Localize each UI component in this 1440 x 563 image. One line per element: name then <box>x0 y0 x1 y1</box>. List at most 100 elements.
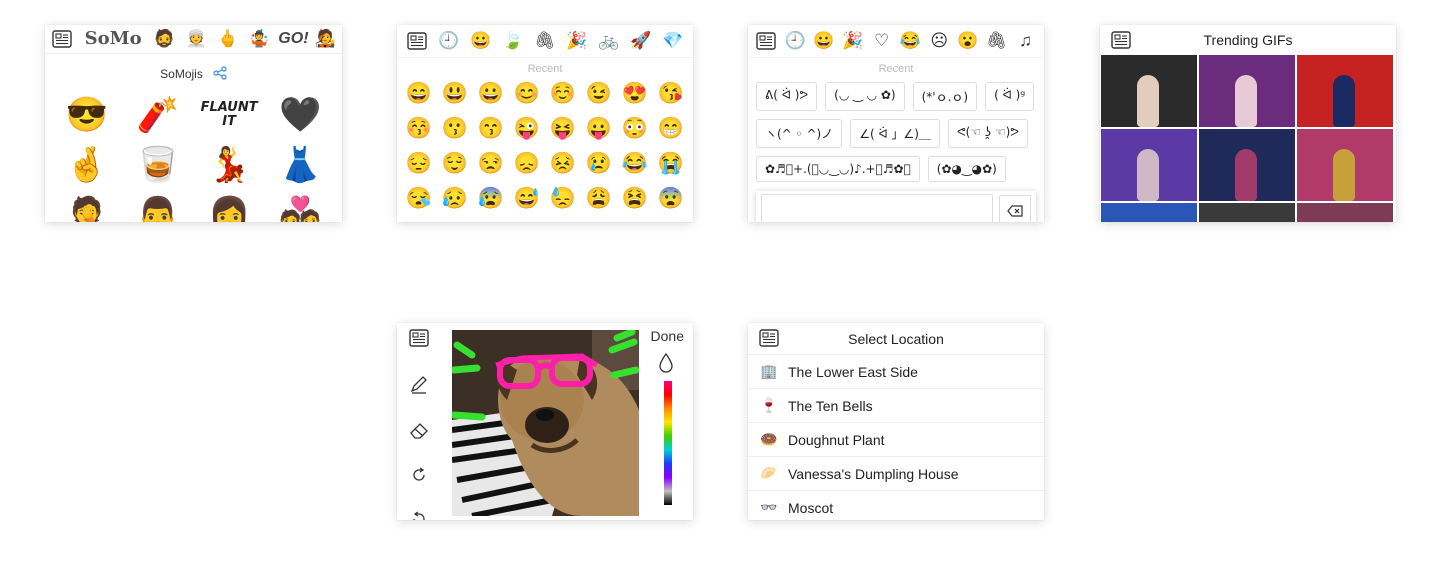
gif-thumbnail[interactable] <box>1101 203 1197 222</box>
backspace-icon[interactable] <box>999 195 1031 222</box>
laughing-icon[interactable]: 😂 <box>898 27 923 55</box>
kaomoji-chip[interactable]: (*'ｏ.ｏ) <box>912 82 978 111</box>
undo-icon[interactable] <box>409 509 429 520</box>
surprised-face-icon[interactable]: 😮 <box>956 27 981 55</box>
kaomoji-chip[interactable]: (✿◕‿◕✿) <box>927 156 1006 182</box>
emoji-key[interactable]: 😒 <box>473 150 509 177</box>
color-dropper-icon[interactable] <box>659 352 673 378</box>
recent-clock-icon[interactable]: 🕘 <box>435 27 463 55</box>
tab-middle-finger[interactable]: 🖕 <box>215 26 241 52</box>
man-face-sticker[interactable]: 👨 <box>122 194 193 222</box>
emoji-key[interactable]: 😊 <box>509 80 545 107</box>
keyboard-icon[interactable] <box>403 27 431 55</box>
paperclip-icon[interactable]: 🖇 <box>531 27 559 55</box>
lighter-sticker[interactable]: 🧨 <box>122 94 193 136</box>
kaomoji-chip[interactable]: ✿♬ﾟ+.(｡◡‿◡)♪.+ﾟ♬✿｡ <box>756 156 920 182</box>
sunglasses-man-sticker[interactable]: 😎 <box>51 94 122 136</box>
keyboard-icon[interactable] <box>408 327 430 355</box>
emoji-key[interactable]: 😛 <box>581 115 617 142</box>
gif-thumbnail[interactable] <box>1297 129 1393 201</box>
recent-clock-icon[interactable]: 🕘 <box>783 27 808 55</box>
gif-thumbnail[interactable] <box>1199 203 1295 222</box>
dancer-sticker[interactable]: 💃 <box>194 144 265 186</box>
emoji-key[interactable]: 😩 <box>581 185 617 212</box>
emoji-key[interactable]: 😄 <box>401 80 437 107</box>
location-item[interactable]: 🏢 The Lower East Side <box>748 355 1044 389</box>
emoji-key[interactable]: 😣 <box>545 150 581 177</box>
emoji-key[interactable]: 😨 <box>653 185 689 212</box>
kaomoji-chip[interactable]: ( ᐛ )ᵍ <box>985 82 1035 111</box>
emoji-key[interactable]: 😌 <box>437 150 473 177</box>
kaomoji-chip[interactable]: ᕙ(☜ ʖ̯ ☜)ᕗ <box>947 119 1028 148</box>
diamond-icon[interactable]: 💎 <box>659 27 687 55</box>
tab-go[interactable]: GO! <box>278 26 308 52</box>
music-note-icon[interactable]: ♫ <box>1013 27 1038 55</box>
party-popper-icon[interactable]: 🎉 <box>563 27 591 55</box>
done-button[interactable]: Done <box>651 328 684 344</box>
color-slider[interactable] <box>664 381 672 505</box>
emoji-key[interactable]: 😥 <box>437 185 473 212</box>
woman-sticker[interactable]: 👩 <box>194 194 265 222</box>
emoji-key[interactable]: 😫 <box>617 185 653 212</box>
drawing-canvas[interactable] <box>452 330 639 516</box>
rocket-icon[interactable]: 🚀 <box>627 27 655 55</box>
emoji-key[interactable]: 😭 <box>653 150 689 177</box>
party-popper-icon[interactable]: 🎉 <box>840 27 865 55</box>
emoji-key[interactable]: 😪 <box>401 185 437 212</box>
location-item[interactable]: 👓 Moscot <box>748 491 1044 520</box>
emoji-key[interactable]: 😍 <box>617 80 653 107</box>
emoji-key[interactable]: 😗 <box>437 115 473 142</box>
emoji-key[interactable]: 😚 <box>401 115 437 142</box>
sad-face-icon[interactable]: ☹ <box>927 27 952 55</box>
gif-thumbnail[interactable] <box>1297 55 1393 127</box>
emoji-key[interactable]: 😞 <box>509 150 545 177</box>
bicycle-icon[interactable]: 🚲 <box>595 27 623 55</box>
tab-bearded-man[interactable]: 🧔 <box>152 26 178 52</box>
gif-thumbnail[interactable] <box>1199 55 1295 127</box>
tab-juggler[interactable]: 🤹 <box>247 26 273 52</box>
kaomoji-chip[interactable]: ᕕ( ᐛ )ᕗ <box>756 82 818 111</box>
flaunt-it-sticker[interactable]: FLAUNT IT <box>194 94 265 136</box>
pencil-icon[interactable] <box>408 373 430 401</box>
shot-glass-sticker[interactable]: 🥃 <box>122 144 193 186</box>
kaomoji-text-input[interactable] <box>761 194 993 222</box>
tab-turban-man[interactable]: 👳 <box>183 26 209 52</box>
redo-icon[interactable] <box>409 465 429 491</box>
black-dress-sticker[interactable]: 👗 <box>265 144 336 186</box>
emoji-key[interactable]: 😔 <box>401 150 437 177</box>
tab-somo[interactable]: SoMo <box>81 26 146 52</box>
emoji-key[interactable]: 😘 <box>653 80 689 107</box>
smiley-icon[interactable]: 😀 <box>812 27 837 55</box>
crossed-fingers-sticker[interactable]: 🤞 <box>51 144 122 186</box>
emoji-key[interactable]: 😰 <box>473 185 509 212</box>
emoji-key[interactable]: 😉 <box>581 80 617 107</box>
location-item[interactable]: 🥟 Vanessa's Dumpling House <box>748 457 1044 491</box>
emoji-key[interactable]: 😳 <box>617 115 653 142</box>
emoji-key[interactable]: 😢 <box>581 150 617 177</box>
eraser-icon[interactable] <box>408 419 430 447</box>
location-item[interactable]: 🍩 Doughnut Plant <box>748 423 1044 457</box>
gif-thumbnail[interactable] <box>1199 129 1295 201</box>
keyboard-icon[interactable] <box>754 27 779 55</box>
gif-thumbnail[interactable] <box>1101 129 1197 201</box>
keyboard-icon[interactable] <box>49 26 75 52</box>
kaomoji-chip[interactable]: ∠( ᐛ 」∠)＿ <box>850 119 940 148</box>
emoji-key[interactable]: 😝 <box>545 115 581 142</box>
emoji-key[interactable]: 😙 <box>473 115 509 142</box>
keyboard-icon[interactable] <box>756 325 782 351</box>
gif-thumbnail[interactable] <box>1297 203 1393 222</box>
leaf-icon[interactable]: 🍃 <box>499 27 527 55</box>
couple-sticker[interactable]: 💑 <box>265 194 336 222</box>
kaomoji-chip[interactable]: (◡ ‿ ◡ ✿) <box>825 82 905 111</box>
emoji-key[interactable]: 😜 <box>509 115 545 142</box>
emoji-key[interactable]: 😅 <box>509 185 545 212</box>
tab-singer[interactable]: 🧑‍🎤 <box>312 26 338 52</box>
black-heart-sticker[interactable]: 🖤 <box>265 94 336 136</box>
keyboard-icon[interactable] <box>1108 27 1134 53</box>
emoji-key[interactable]: 😓 <box>545 185 581 212</box>
facepalm-sticker[interactable]: 🤦 <box>51 194 122 222</box>
smiley-icon[interactable]: 😀 <box>467 27 495 55</box>
paperclip-icon[interactable]: 🖇 <box>984 27 1009 55</box>
location-item[interactable]: 🍷 The Ten Bells <box>748 389 1044 423</box>
share-icon[interactable] <box>213 65 227 83</box>
